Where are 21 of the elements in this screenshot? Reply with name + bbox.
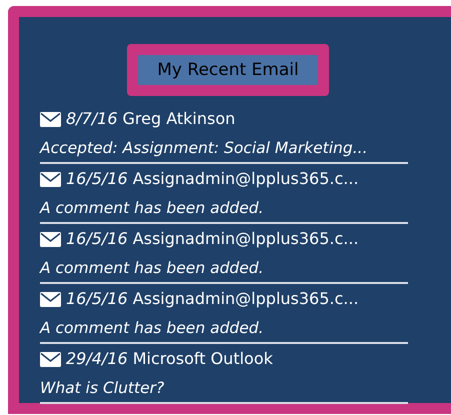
email-date: 16/5/16 [66,288,128,310]
email-sender: Greg Atkinson [122,108,236,130]
email-sender: Microsoft Outlook [132,348,273,370]
email-sender: Assignadmin@lpplus365.c... [132,228,359,250]
envelope-icon [40,292,61,306]
email-subject-link[interactable]: A comment has been added. [40,194,408,224]
envelope-icon [40,352,61,366]
email-subject-link[interactable]: A comment has been added. [40,254,408,284]
email-date: 16/5/16 [66,228,128,250]
email-subject-link[interactable]: A comment has been added. [40,314,408,344]
email-subject-link[interactable]: Accepted: Assignment: Social Marketing... [40,134,408,164]
email-subject-link[interactable]: What is Clutter? [40,374,408,404]
email-date: 29/4/16 [66,348,128,370]
email-sender: Assignadmin@lpplus365.c... [132,168,359,190]
envelope-icon [40,172,61,186]
envelope-icon [40,112,61,126]
email-date: 8/7/16 [66,108,118,130]
email-date: 16/5/16 [66,168,128,190]
panel-title: My Recent Email [127,44,329,96]
envelope-icon [40,232,61,246]
email-sender: Assignadmin@lpplus365.c... [132,288,359,310]
